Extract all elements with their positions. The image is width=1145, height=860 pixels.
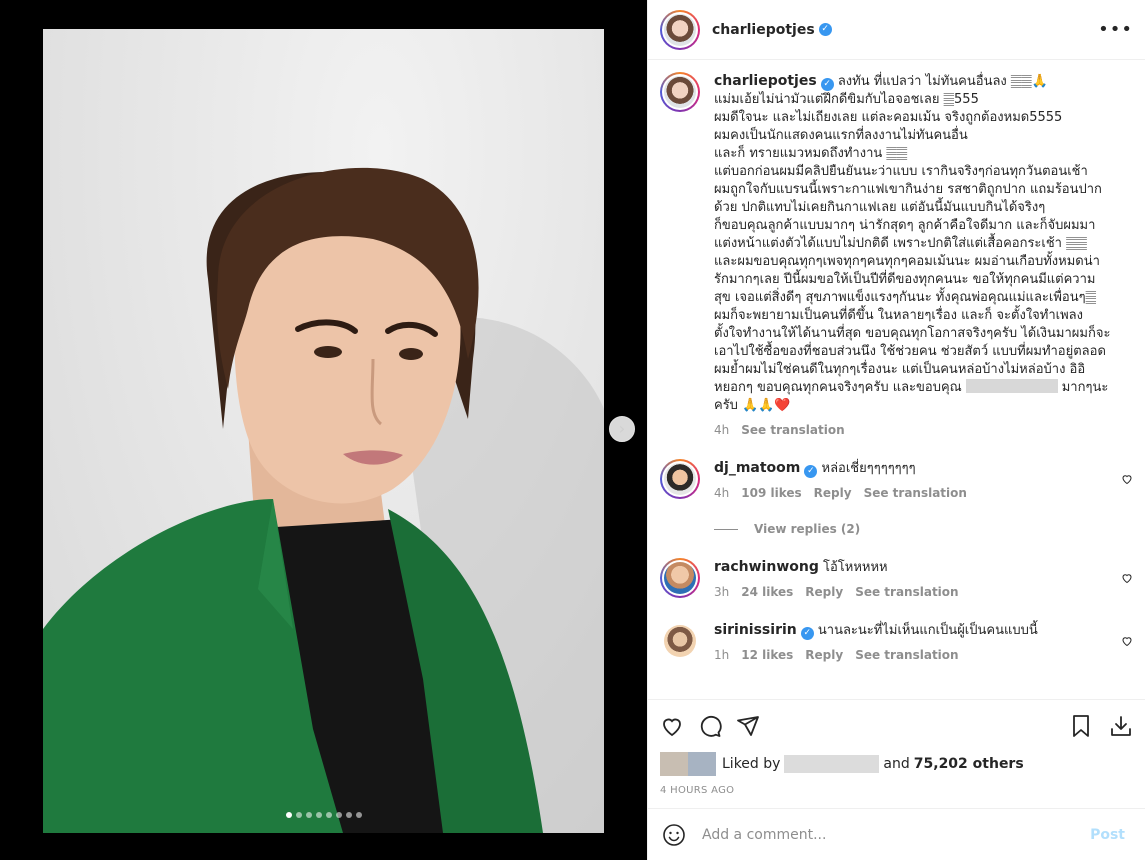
caption-username[interactable]: charliepotjes (714, 73, 817, 89)
see-translation-link[interactable]: See translation (855, 585, 958, 599)
comment-likes[interactable]: 12 likes (741, 648, 793, 662)
commenter-username[interactable]: rachwinwong (714, 559, 819, 575)
redacted-mention (965, 379, 1058, 393)
next-image-button[interactable]: › (609, 416, 635, 442)
caption-meta: 4h See translation (714, 423, 1133, 437)
likes-count[interactable]: 75,202 others (914, 756, 1024, 772)
media-pane: › (0, 0, 647, 860)
comment-item: dj_matoom ✓ หล่อเชี่ยๆๆๆๆๆๆๆ 4h 109 likes… (660, 459, 1133, 536)
commenter-username[interactable]: dj_matoom (714, 460, 800, 476)
see-translation-link[interactable]: See translation (864, 486, 967, 500)
author-avatar[interactable] (660, 9, 700, 50)
liked-by-and: and (883, 756, 910, 772)
carousel-dot (335, 812, 342, 818)
post-comment-button[interactable]: Post (1084, 826, 1131, 844)
post-photo (43, 29, 604, 833)
see-translation-link[interactable]: See translation (855, 648, 958, 662)
bookmark-icon[interactable] (1069, 714, 1093, 738)
comment-likes[interactable]: 109 likes (741, 486, 801, 500)
commenter-avatar[interactable] (660, 558, 700, 598)
reply-button[interactable]: Reply (814, 486, 852, 500)
commenter-avatar[interactable] (660, 621, 700, 661)
redacted-liker (784, 755, 880, 773)
comment-text: นานละนะที่ไม่เห็นแกเป็นผู้เป็นคนแบบนี้ (817, 623, 1038, 638)
liker-avatar[interactable] (688, 752, 716, 776)
see-translation-link[interactable]: See translation (741, 423, 844, 437)
verified-badge-icon: ✓ (818, 23, 832, 36)
comment-likes[interactable]: 24 likes (741, 585, 793, 599)
carousel-dot (295, 812, 302, 818)
caption-time: 4h (714, 423, 730, 437)
emoji-icon[interactable] (662, 823, 686, 847)
comment-item: rachwinwong โอ้โหหหหห 3h 24 likes Reply … (660, 558, 1133, 599)
liker-avatars (660, 752, 716, 776)
caption-avatar[interactable] (660, 72, 700, 112)
likes-summary: Liked by and 75,202 others (660, 752, 1133, 776)
reply-button[interactable]: Reply (805, 648, 843, 662)
verified-badge-icon: ✓ (804, 465, 818, 478)
post-timestamp: 4 HOURS AGO (660, 785, 735, 796)
carousel-dot-active (285, 812, 292, 818)
verified-badge-icon: ✓ (820, 78, 834, 91)
carousel-dot (355, 812, 362, 818)
comment-input[interactable] (700, 825, 1071, 844)
reply-button[interactable]: Reply (805, 585, 843, 599)
comment-text: หล่อเชี่ยๆๆๆๆๆๆๆ (821, 461, 916, 476)
comments-list: charliepotjes ✓ ลงทัน ที่แปลว่า ไม่ทันคนอ… (648, 60, 1145, 699)
comment-time: 4h (714, 486, 730, 500)
add-comment-bar: Post (648, 808, 1145, 860)
post-header: charliepotjes ✓ ••• (648, 0, 1145, 60)
liked-by-prefix: Liked by (722, 756, 781, 772)
download-icon[interactable] (1109, 714, 1133, 738)
carousel-indicator (0, 812, 647, 818)
view-replies[interactable]: View replies (2) (714, 522, 1133, 536)
liker-avatar[interactable] (660, 752, 688, 776)
caption: charliepotjes ✓ ลงทัน ที่แปลว่า ไม่ทันคนอ… (660, 72, 1133, 437)
more-options-icon[interactable]: ••• (1098, 19, 1133, 40)
author-username[interactable]: charliepotjes (712, 22, 815, 38)
like-comment-heart-icon[interactable] (1121, 635, 1133, 647)
commenter-avatar[interactable] (660, 459, 700, 499)
carousel-dot (345, 812, 352, 818)
post-actions: Liked by and 75,202 others 4 HOURS AGO (648, 699, 1145, 808)
instagram-post-viewer: › charliepotjes ✓ ••• charliepotjes ✓ ลง… (0, 0, 1145, 860)
comment-icon[interactable] (698, 714, 722, 738)
heart-icon[interactable] (660, 714, 684, 738)
post-side-panel: charliepotjes ✓ ••• charliepotjes ✓ ลงทัน… (647, 0, 1145, 860)
comment-time: 1h (714, 648, 730, 662)
chevron-right-icon: › (618, 419, 626, 438)
carousel-dot (315, 812, 322, 818)
comment-time: 3h (714, 585, 730, 599)
share-icon[interactable] (736, 714, 760, 738)
carousel-dot (325, 812, 332, 818)
comment-text: โอ้โหหหหห (823, 560, 888, 575)
comment-item: sirinissirin ✓ นานละนะที่ไม่เห็นแกเป็นผู้… (660, 621, 1133, 662)
view-replies-label: View replies (2) (754, 522, 861, 536)
like-comment-heart-icon[interactable] (1121, 572, 1133, 584)
caption-text: ลงทัน ที่แปลว่า ไม่ทันคนอื่นลง 𝄛𝄛🙏 แม่มเ… (714, 74, 1111, 395)
like-comment-heart-icon[interactable] (1121, 473, 1133, 485)
verified-badge-icon: ✓ (800, 627, 814, 640)
commenter-username[interactable]: sirinissirin (714, 622, 797, 638)
carousel-dot (305, 812, 312, 818)
